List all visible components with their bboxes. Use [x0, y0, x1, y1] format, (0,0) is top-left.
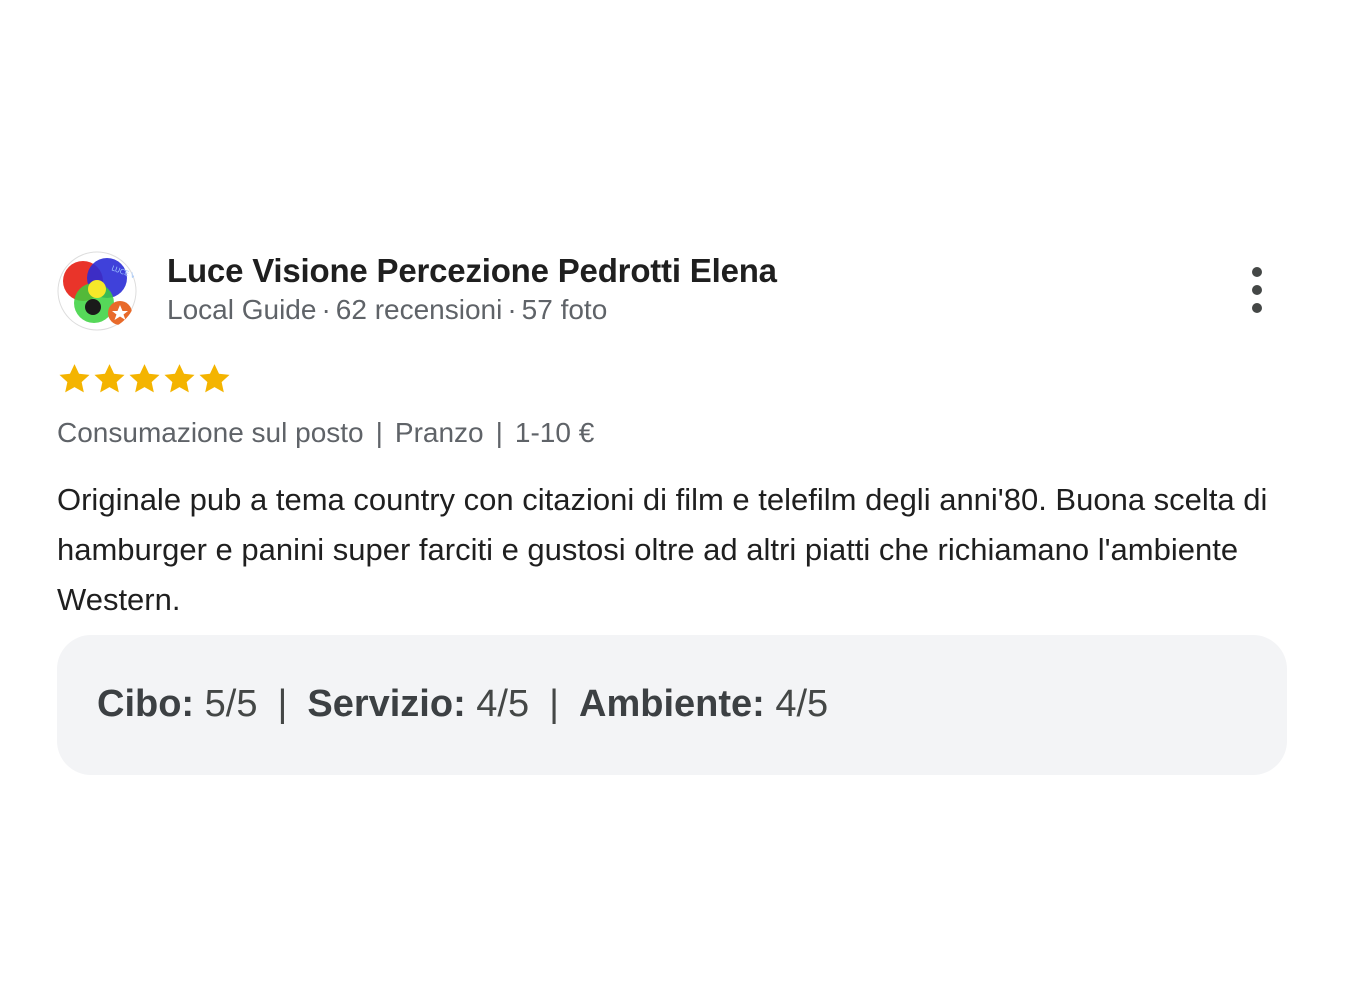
review-card: LUCE VISIONE Luce Visione Percezione Ped… — [57, 250, 1287, 775]
star-rating — [57, 359, 1287, 399]
meta-separator: · — [321, 294, 331, 325]
review-tags: Consumazione sul posto | Pranzo | 1-10 € — [57, 411, 1287, 455]
tag-separator: | — [375, 417, 383, 448]
meta-separator: · — [507, 294, 517, 325]
photos-count: 57 foto — [521, 294, 608, 325]
tag-dining: Consumazione sul posto — [57, 417, 364, 448]
star-icon — [199, 364, 230, 393]
reviewer-meta: Local Guide · 62 recensioni · 57 foto — [167, 294, 607, 326]
service-value: 4/5 — [476, 683, 530, 725]
service-label: Servizio: — [307, 683, 466, 725]
food-label: Cibo: — [97, 683, 195, 725]
tag-separator: | — [495, 417, 503, 448]
food-value: 5/5 — [204, 683, 258, 725]
sub-ratings-box: Cibo: 5/5 | Servizio: 4/5 | Ambiente: 4/5 — [57, 635, 1287, 775]
ambience-value: 4/5 — [775, 683, 829, 725]
more-vertical-icon — [1252, 267, 1262, 277]
rating-separator: | — [549, 683, 559, 725]
tag-meal: Pranzo — [394, 417, 484, 448]
more-vertical-icon-dot — [1252, 285, 1262, 295]
avatar[interactable]: LUCE VISIONE — [57, 251, 137, 331]
sub-ratings: Cibo: 5/5 | Servizio: 4/5 | Ambiente: 4/5 — [97, 683, 828, 726]
star-icon — [59, 364, 90, 393]
avatar-logo-image: LUCE VISIONE — [57, 251, 137, 331]
local-guide-badge: Local Guide — [167, 294, 317, 325]
reviews-count: 62 recensioni — [335, 294, 503, 325]
tag-price: 1-10 € — [514, 417, 595, 448]
more-vertical-icon-dot — [1252, 303, 1262, 313]
reviewer-name[interactable]: Luce Visione Percezione Pedrotti Elena — [167, 252, 777, 290]
review-text: Originale pub a tema country con citazio… — [57, 482, 1268, 617]
star-icon — [94, 364, 125, 393]
ambience-label: Ambiente: — [579, 683, 765, 725]
star-icon — [164, 364, 195, 393]
star-icon — [129, 364, 160, 393]
rating-separator: | — [277, 683, 288, 725]
reviewer-header: LUCE VISIONE Luce Visione Percezione Ped… — [57, 250, 1287, 332]
more-options-button[interactable] — [1247, 267, 1267, 313]
